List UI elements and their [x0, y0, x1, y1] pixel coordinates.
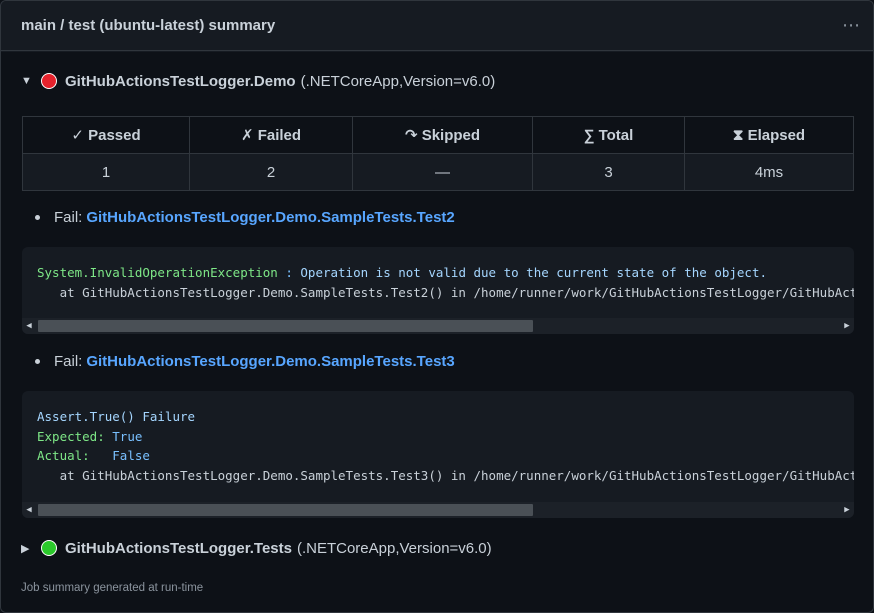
expected-label: Expected:: [37, 428, 105, 444]
suite-framework: (.NETCoreApp,Version=v6.0): [300, 72, 496, 90]
header-failed: ✗ Failed: [189, 116, 353, 154]
header-passed: ✓ Passed: [22, 116, 190, 154]
bullet: [35, 215, 40, 220]
fail-prefix: Fail:: [54, 353, 83, 370]
expand-triangle-icon[interactable]: ▶: [21, 542, 41, 555]
error-output: System.InvalidOperationException : Opera…: [22, 247, 854, 302]
suite-framework: (.NETCoreApp,Version=v6.0): [296, 539, 492, 557]
fail-prefix: Fail:: [54, 209, 83, 226]
value-total: 3: [532, 153, 685, 191]
failed-test-link[interactable]: GitHubActionsTestLogger.Demo.SampleTests…: [86, 209, 454, 226]
value-skipped: —: [352, 153, 533, 191]
test-suite-demo[interactable]: ▼ GitHubActionsTestLogger.Demo (.NETCore…: [21, 70, 495, 92]
collapse-triangle-icon[interactable]: ▼: [21, 75, 41, 87]
header-skipped: ↷ Skipped: [352, 116, 533, 154]
panel-header: main / test (ubuntu-latest) summary ⋯: [1, 1, 873, 51]
separator: :: [277, 265, 301, 280]
horizontal-scrollbar[interactable]: ◀ ▶: [22, 502, 854, 518]
scrollbar-track[interactable]: [36, 320, 840, 332]
more-options-icon[interactable]: ⋯: [842, 15, 861, 36]
assert-failure: Assert.True() Failure: [37, 409, 196, 424]
test-suite-tests[interactable]: ▶ GitHubActionsTestLogger.Tests (.NETCor…: [21, 537, 492, 559]
error-code-block: System.InvalidOperationException : Opera…: [22, 247, 854, 334]
results-table: ✓ Passed ✗ Failed ↷ Skipped ∑ Total ⧗ El…: [22, 116, 854, 191]
error-output: Assert.True() Failure Expected: True Act…: [22, 391, 854, 485]
summary-content: ▼ GitHubActionsTestLogger.Demo (.NETCore…: [1, 52, 873, 612]
failed-test-link[interactable]: GitHubActionsTestLogger.Demo.SampleTests…: [86, 353, 454, 370]
value-failed: 2: [189, 153, 353, 191]
exception-message: Operation is not valid due to the curren…: [300, 265, 767, 280]
actual-label: Actual:: [37, 448, 90, 463]
suite-name: GitHubActionsTestLogger.Tests: [65, 539, 292, 557]
exception-type: System.InvalidOperationException: [37, 265, 278, 280]
stack-trace: at GitHubActionsTestLogger.Demo.SampleTe…: [59, 467, 854, 483]
failure-list-item: Fail: GitHubActionsTestLogger.Demo.Sampl…: [35, 353, 455, 370]
value-elapsed: 4ms: [684, 153, 854, 191]
bullet: [35, 359, 40, 364]
value-passed: 1: [22, 153, 190, 191]
horizontal-scrollbar[interactable]: ◀ ▶: [22, 318, 854, 334]
scroll-left-icon[interactable]: ◀: [22, 505, 36, 515]
actual-value: False: [112, 448, 150, 463]
scroll-left-icon[interactable]: ◀: [22, 321, 36, 331]
green-circle-icon: [41, 540, 57, 556]
header-total: ∑ Total: [532, 116, 685, 154]
panel-title: main / test (ubuntu-latest) summary: [21, 17, 276, 34]
summary-panel: main / test (ubuntu-latest) summary ⋯ ▼ …: [0, 0, 874, 613]
scrollbar-thumb[interactable]: [38, 320, 533, 332]
header-elapsed: ⧗ Elapsed: [684, 116, 854, 154]
results-value-row: 1 2 — 3 4ms: [22, 153, 854, 191]
suite-name: GitHubActionsTestLogger.Demo: [65, 72, 296, 90]
error-code-block: Assert.True() Failure Expected: True Act…: [22, 391, 854, 518]
scroll-right-icon[interactable]: ▶: [840, 505, 854, 515]
expected-value: True: [112, 428, 143, 444]
footer-note: Job summary generated at run-time: [21, 582, 204, 594]
failure-list-item: Fail: GitHubActionsTestLogger.Demo.Sampl…: [35, 209, 455, 226]
stack-trace: at GitHubActionsTestLogger.Demo.SampleTe…: [59, 284, 854, 300]
results-header-row: ✓ Passed ✗ Failed ↷ Skipped ∑ Total ⧗ El…: [22, 116, 854, 154]
scroll-right-icon[interactable]: ▶: [840, 321, 854, 331]
scrollbar-thumb[interactable]: [38, 504, 533, 516]
red-circle-icon: [41, 73, 57, 89]
scrollbar-track[interactable]: [36, 504, 840, 516]
